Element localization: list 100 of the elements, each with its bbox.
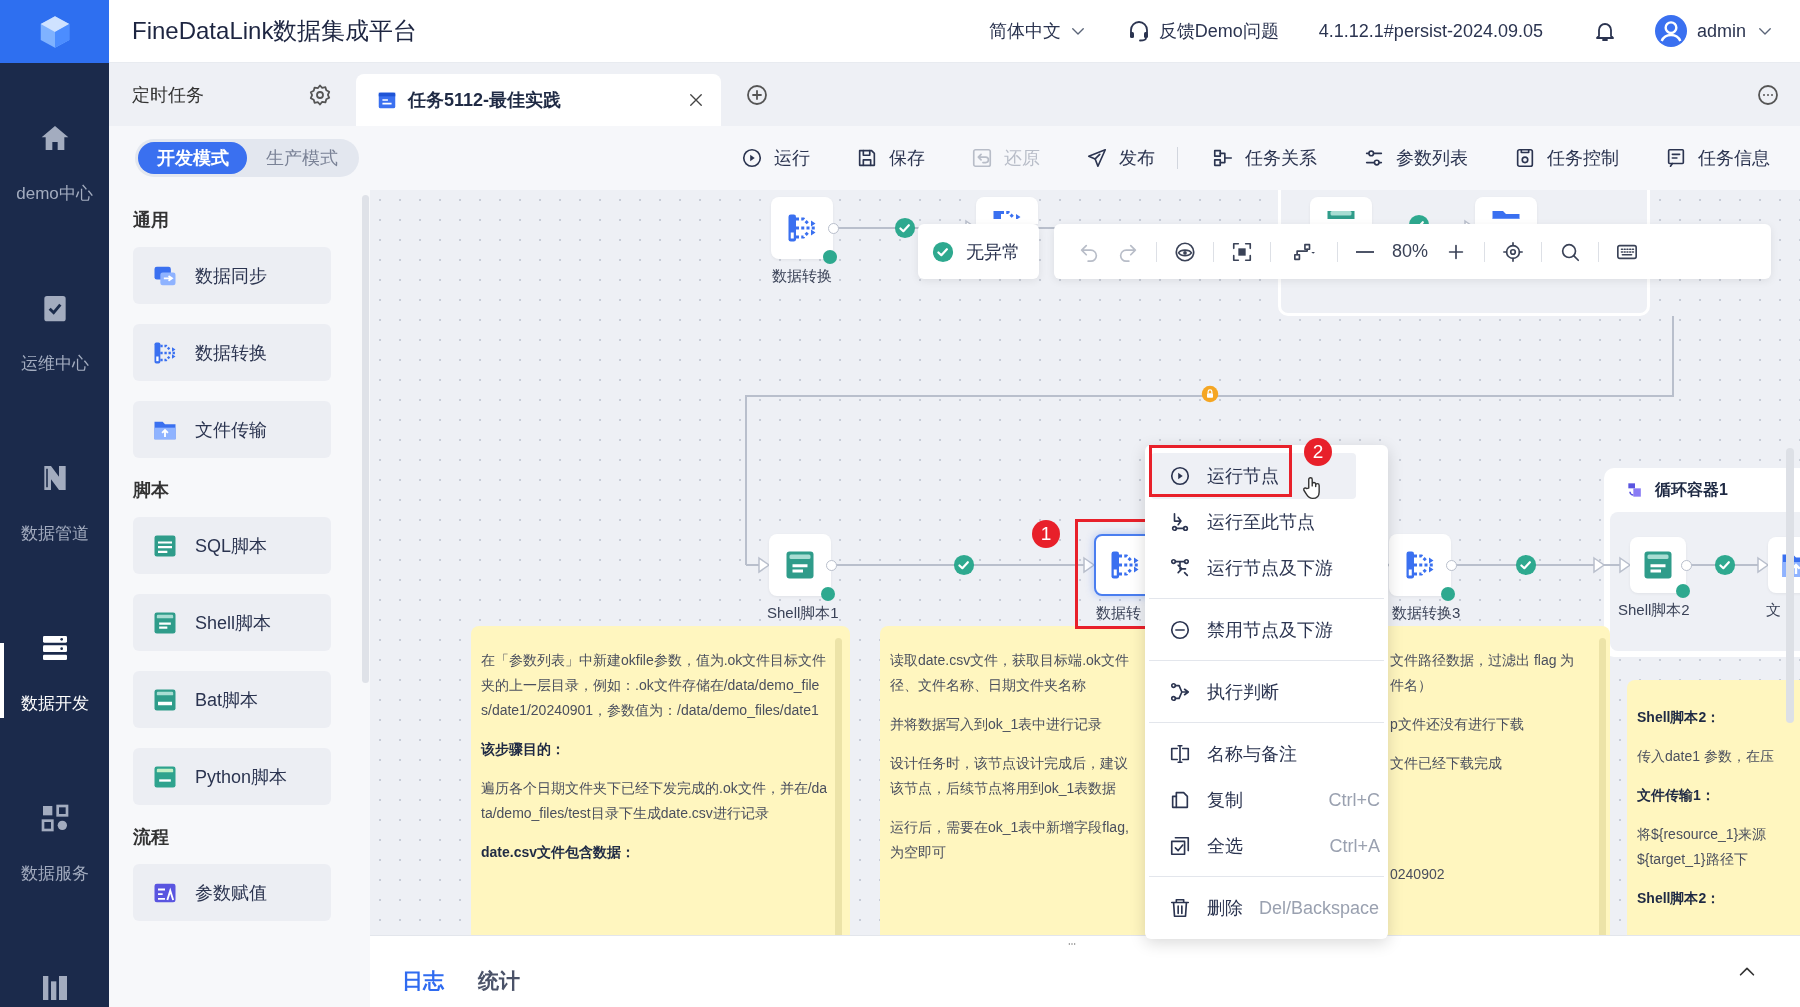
note-text: 文件路径数据，过滤出 flag 为 件名） [1390,651,1576,695]
scrollbar[interactable] [1786,448,1794,723]
settings-button[interactable] [308,82,332,107]
close-button[interactable] [687,91,705,109]
note-text: Shell脚本2： [1637,708,1722,727]
note-text: Shell脚本2： [1637,889,1722,908]
menu-item[interactable]: 禁用节点及下游 [1151,607,1356,653]
close-icon [687,91,705,109]
select-all-icon [1169,835,1191,857]
node-label: 文 [1766,600,1781,620]
menu-item[interactable]: 执行判断 [1151,669,1356,715]
avatar-icon [1654,15,1687,47]
flow-node[interactable] [1630,537,1686,593]
branch-icon [1169,557,1191,579]
toolbar-button[interactable]: 任务控制 [1514,146,1619,170]
palette-item[interactable]: 数据同步 [133,247,331,304]
plus-circle-icon [745,82,769,107]
palette-item[interactable]: 文件传输 [133,401,331,458]
flow-node[interactable] [1389,534,1451,596]
palette-item[interactable]: Bat脚本 [133,671,331,728]
scrollbar[interactable] [362,195,369,683]
menu-item[interactable]: 删除 Del/Backspace [1151,885,1380,931]
target-icon [1502,240,1525,263]
palette-item[interactable]: 数据转换 [133,324,331,381]
note-text: date.csv文件包含数据： [481,843,637,862]
panel-tab[interactable]: 日志 [402,948,444,995]
scrollbar[interactable] [1599,638,1606,935]
feedback-link[interactable]: 反馈Demo问题 [1126,19,1279,43]
nav-item[interactable]: 数据管道 [0,403,109,573]
flow-node[interactable] [976,197,1038,224]
note-text: 在「参数列表」中新建okfile参数，值为.ok文件目标文件夹的上一层目录，例如：.ok文件存储在/data/demo_files/date1/20240901，参数值为：/data/demo_files/date1 [481,651,828,720]
copy-icon [1169,789,1191,811]
flow-node[interactable] [1475,197,1537,224]
fit-view-button[interactable] [1231,240,1253,263]
nav-item[interactable]: 数据开发 [0,573,109,743]
palette-item[interactable]: Python脚本 [133,748,331,805]
note-text: 传入date1 参数，在压 [1637,747,1775,766]
nav-item[interactable]: 数据服务 [0,743,109,913]
note-text: 遍历各个日期文件夹下已经下发完成的.ok文件，并在/data/demo_files/test目录下生成date.csv进行记录 [481,779,828,823]
user-menu[interactable]: admin [1654,15,1774,47]
toolbar-button[interactable]: 保存 [856,146,925,170]
note-text: 将${resource_1}来源 ${target_1}路径下 [1637,825,1768,869]
app-title: FineDataLink数据集成平台 [132,16,418,46]
note-text: 读取date.csv文件，获取目标端.ok文件 径、文件名称、日期文件夹名称 [890,651,1130,695]
check-icon [932,240,954,263]
flow-node[interactable] [1310,197,1372,224]
settings-icon [308,82,332,107]
flow-node[interactable] [769,534,831,596]
sliders-icon [1363,147,1385,169]
nav-item[interactable]: demo中心 [0,63,109,233]
menu-item[interactable]: 运行节点及下游 [1151,545,1356,591]
add-tab-button[interactable] [745,82,769,107]
language-dropdown[interactable]: 简体中文 [988,19,1087,43]
node-label: 数据转换3 [1392,603,1461,623]
send-icon [1086,147,1108,169]
menu-item[interactable]: 运行至此节点 [1151,499,1356,545]
menu-item[interactable]: 复制 Ctrl+C [1151,777,1380,823]
fit-icon [1231,240,1253,263]
minus-circle-icon [1169,619,1191,641]
play-icon [741,147,763,169]
toolbar-button[interactable]: 运行 [741,146,810,170]
mode-option[interactable]: 开发模式 [138,142,247,174]
container-title: 循环容器1 [1655,479,1728,500]
panel-tab[interactable]: 统计 [478,948,520,995]
toolbar-button[interactable]: 发布 [1086,146,1155,170]
flow-node[interactable] [771,197,833,259]
node-label: Shell脚本2 [1618,600,1690,620]
relation-icon [1212,147,1234,169]
section-title: 脚本 [133,479,170,502]
trash-icon [1169,897,1191,919]
note-text: 0240902 [1390,865,1446,884]
toolbar-button[interactable]: 任务关系 [1212,146,1317,170]
node-label: 数据转 [1096,603,1141,623]
save-icon [856,147,878,169]
palette-item[interactable]: Shell脚本 [133,594,331,651]
document-tab[interactable]: 任务5112-最佳实践 [356,74,721,126]
node-label: 数据转换 [772,266,832,286]
nav-item[interactable]: 运维中心 [0,233,109,403]
lock-icon [1201,385,1219,403]
toolbar-button[interactable]: 参数列表 [1363,146,1468,170]
minus-icon [1355,250,1375,253]
menu-item[interactable]: 名称与备注 [1151,731,1356,777]
note-text: 该步骤目的： [481,740,566,759]
toolbar-button[interactable]: 任务信息 [1665,146,1770,170]
node-label: Shell脚本1 [767,603,839,623]
menu-item[interactable]: 全选 Ctrl+A [1151,823,1380,869]
status-text: 无异常 [966,240,1020,264]
note-text: 设计任务时，该节点设计完成后，建议 该节点，后续节点将用到ok_1表数据 [890,754,1129,798]
scrollbar[interactable] [835,638,842,935]
info-doc-icon [1665,147,1687,169]
more-button[interactable] [1756,82,1780,107]
zoom-level: 80% [1392,241,1429,262]
note-text: 运行后，需要在ok_1表中新增字段flag, 为空即可 [890,818,1130,862]
palette-item[interactable]: SQL脚本 [133,517,331,574]
view-button[interactable] [1174,240,1196,263]
locate-button[interactable] [1502,240,1525,263]
eye-icon [1174,240,1196,263]
clipboard-icon [1514,147,1536,169]
note-text: 并将数据写入到ok_1表中进行记录 [890,715,1104,734]
palette-item[interactable]: 参数赋值 [133,864,331,921]
